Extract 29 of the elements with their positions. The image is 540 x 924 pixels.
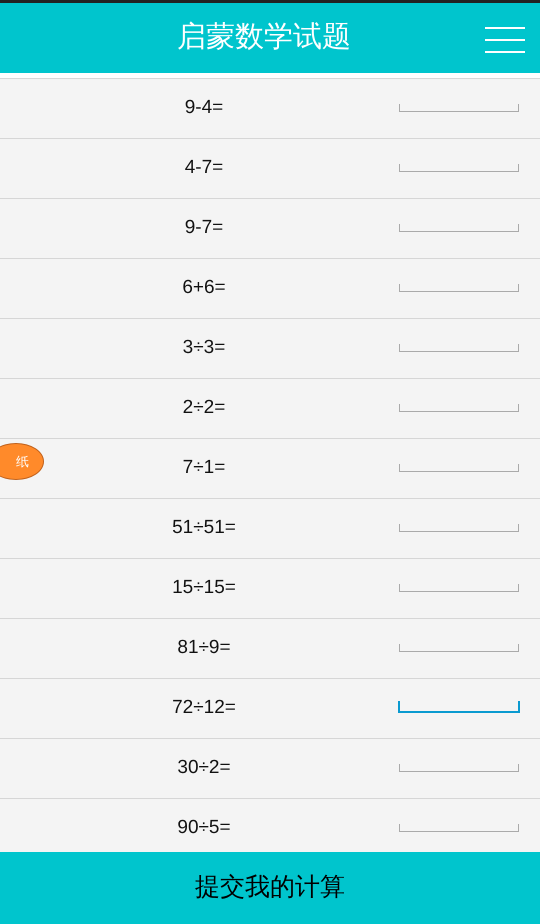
answer-field[interactable] bbox=[399, 344, 519, 352]
answer-field[interactable] bbox=[399, 464, 519, 472]
question-text: 2÷2= bbox=[182, 396, 226, 420]
answer-field[interactable] bbox=[399, 104, 519, 112]
header-title: 启蒙数学试题 bbox=[177, 20, 351, 56]
submit-button[interactable]: 提交我的计算 bbox=[0, 852, 540, 924]
question-text: 15÷15= bbox=[171, 576, 237, 600]
question-text: 7÷1= bbox=[182, 456, 226, 480]
answer-field[interactable] bbox=[399, 644, 519, 652]
answer-field[interactable] bbox=[399, 524, 519, 532]
answer-field[interactable] bbox=[398, 701, 520, 713]
question-text: 6+6= bbox=[181, 276, 227, 300]
question-text: 90÷5= bbox=[176, 816, 232, 840]
question-text: 30÷2= bbox=[176, 756, 232, 780]
answer-field[interactable] bbox=[399, 404, 519, 412]
question-text: 9-7= bbox=[184, 216, 224, 240]
answer-field[interactable] bbox=[399, 224, 519, 232]
menu-icon[interactable] bbox=[485, 27, 525, 54]
question-text: 81÷9= bbox=[176, 636, 232, 660]
answer-field[interactable] bbox=[399, 284, 519, 292]
answer-field[interactable] bbox=[399, 824, 519, 832]
question-text: 9-4= bbox=[184, 96, 224, 120]
question-text: 51÷51= bbox=[171, 516, 237, 540]
answer-field[interactable] bbox=[399, 584, 519, 592]
answer-field[interactable] bbox=[399, 164, 519, 172]
question-text: 72÷12= bbox=[171, 696, 237, 720]
question-text: 4-7= bbox=[184, 156, 224, 180]
question-text: 3÷3= bbox=[182, 336, 226, 360]
answer-field[interactable] bbox=[399, 764, 519, 772]
